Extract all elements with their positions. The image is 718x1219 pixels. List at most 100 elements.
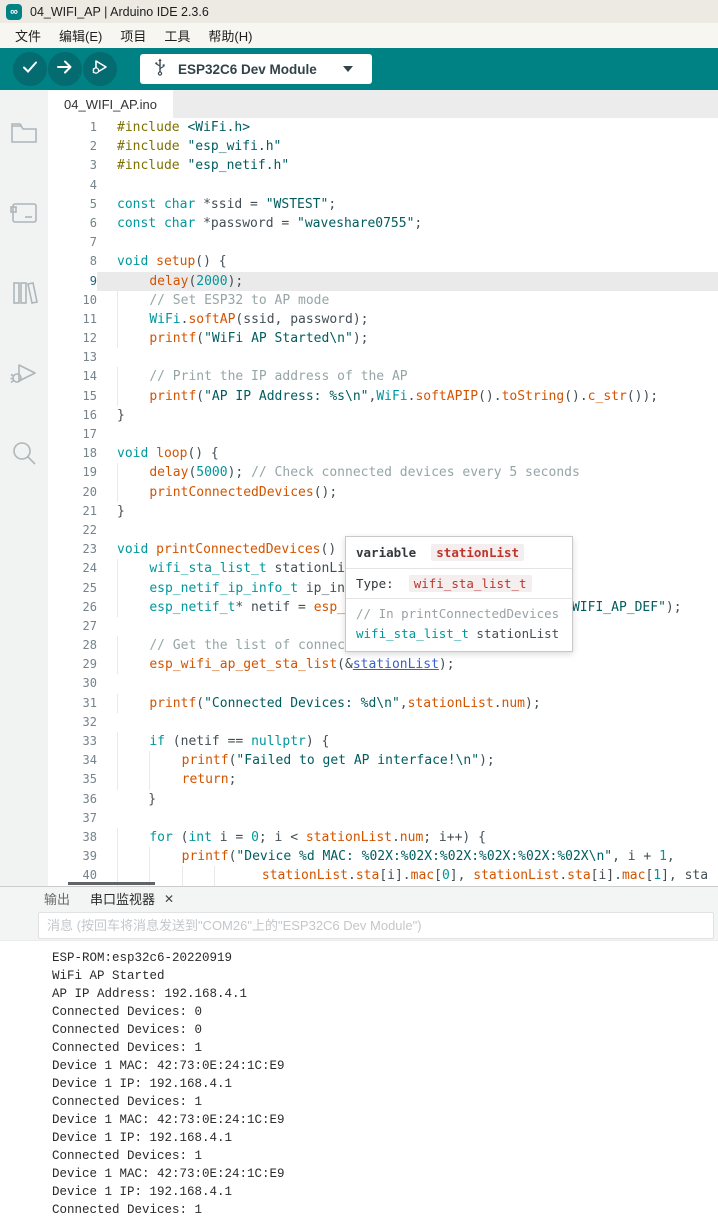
code-line-15[interactable]: 15 printf("AP IP Address: %s\n",WiFi.sof… — [48, 387, 718, 406]
upload-button[interactable] — [48, 52, 82, 86]
tooltip-variable-name: stationList — [431, 544, 524, 561]
line-number: 13 — [48, 348, 97, 367]
line-number: 29 — [48, 655, 97, 674]
editor-tabstrip: 04_WIFI_AP.ino — [48, 90, 718, 118]
code-line-14[interactable]: 14 // Print the IP address of the AP — [48, 367, 718, 386]
board-selector-label: ESP32C6 Dev Module — [178, 62, 317, 77]
code-line-38[interactable]: 38 for (int i = 0; i < stationList.num; … — [48, 828, 718, 847]
code-line-3[interactable]: 3#include "esp_netif.h" — [48, 156, 718, 175]
line-number: 2 — [48, 137, 97, 156]
code-editor[interactable]: 1#include <WiFi.h>2#include "esp_wifi.h"… — [48, 118, 718, 886]
code-line-6[interactable]: 6const char *password = "waveshare0755"; — [48, 214, 718, 233]
code-line-31[interactable]: 31 printf("Connected Devices: %d\n",stat… — [48, 694, 718, 713]
horizontal-scrollbar[interactable] — [68, 882, 155, 885]
serial-line: Connected Devices: 1 — [52, 1039, 718, 1057]
panel-tab-serial-monitor[interactable]: 串口监视器 ✕ — [90, 889, 174, 908]
close-icon[interactable]: ✕ — [164, 892, 174, 906]
menu-item-0[interactable]: 文件 — [6, 26, 50, 45]
code-line-7[interactable]: 7 — [48, 233, 718, 252]
code-line-11[interactable]: 11 WiFi.softAP(ssid, password); — [48, 310, 718, 329]
code-line-35[interactable]: 35 return; — [48, 770, 718, 789]
code-line-5[interactable]: 5const char *ssid = "WSTEST"; — [48, 195, 718, 214]
serial-output: ESP-ROM:esp32c6-20220919WiFi AP StartedA… — [0, 940, 718, 1219]
line-number: 17 — [48, 425, 97, 444]
serial-line: Connected Devices: 1 — [52, 1201, 718, 1219]
title-bar: ∞ 04_WIFI_AP | Arduino IDE 2.3.6 — [0, 0, 718, 23]
code-line-13[interactable]: 13 — [48, 348, 718, 367]
line-number: 16 — [48, 406, 97, 425]
main-area: 04_WIFI_AP.ino 1#include <WiFi.h>2#inclu… — [0, 90, 718, 886]
tooltip-header: variable stationList — [346, 537, 572, 568]
menu-item-2[interactable]: 项目 — [111, 26, 155, 45]
line-number: 34 — [48, 751, 97, 770]
code-line-37[interactable]: 37 — [48, 809, 718, 828]
line-number: 1 — [48, 118, 97, 137]
panel-tab-output[interactable]: 输出 — [44, 889, 70, 908]
line-number: 35 — [48, 770, 97, 789]
line-number: 21 — [48, 502, 97, 521]
code-line-9[interactable]: 9 delay(2000); — [48, 272, 718, 291]
line-number: 31 — [48, 694, 97, 713]
code-line-16[interactable]: 16} — [48, 406, 718, 425]
books-icon — [10, 279, 38, 312]
sidebar-item-search[interactable] — [0, 426, 48, 484]
code-line-8[interactable]: 8void setup() { — [48, 252, 718, 271]
serial-line: ESP-ROM:esp32c6-20220919 — [52, 949, 718, 967]
line-number: 25 — [48, 579, 97, 598]
code-line-4[interactable]: 4 — [48, 176, 718, 195]
code-line-10[interactable]: 10 // Set ESP32 to AP mode — [48, 291, 718, 310]
serial-line: Connected Devices: 0 — [52, 1021, 718, 1039]
debug-button[interactable] — [83, 52, 117, 86]
code-lines: 1#include <WiFi.h>2#include "esp_wifi.h"… — [48, 118, 718, 886]
sidebar-item-boards-manager[interactable] — [0, 186, 48, 244]
checkmark-icon — [21, 58, 39, 81]
sidebar-item-sketchbook[interactable] — [0, 106, 48, 164]
line-number: 39 — [48, 847, 97, 866]
editor-column: 04_WIFI_AP.ino 1#include <WiFi.h>2#inclu… — [48, 90, 718, 886]
code-line-17[interactable]: 17 — [48, 425, 718, 444]
code-line-21[interactable]: 21} — [48, 502, 718, 521]
code-line-12[interactable]: 12 printf("WiFi AP Started\n"); — [48, 329, 718, 348]
serial-line: Connected Devices: 0 — [52, 1003, 718, 1021]
line-number: 8 — [48, 252, 97, 271]
menu-item-1[interactable]: 编辑(E) — [50, 26, 111, 45]
bottom-panel: 输出 串口监视器 ✕ ESP-ROM:esp32c6-20220919WiFi … — [0, 886, 718, 1219]
code-line-32[interactable]: 32 — [48, 713, 718, 732]
panel-tabs: 输出 串口监视器 ✕ — [0, 887, 718, 910]
code-line-39[interactable]: 39 printf("Device %d MAC: %02X:%02X:%02X… — [48, 847, 718, 866]
code-line-1[interactable]: 1#include <WiFi.h> — [48, 118, 718, 137]
code-line-20[interactable]: 20 printConnectedDevices(); — [48, 483, 718, 502]
code-line-34[interactable]: 34 printf("Failed to get AP interface!\n… — [48, 751, 718, 770]
tab-04-wifi-ap-ino[interactable]: 04_WIFI_AP.ino — [48, 90, 173, 118]
code-line-36[interactable]: 36 } — [48, 790, 718, 809]
line-number: 12 — [48, 329, 97, 348]
line-number: 19 — [48, 463, 97, 482]
line-number: 28 — [48, 636, 97, 655]
code-line-33[interactable]: 33 if (netif == nullptr) { — [48, 732, 718, 751]
code-line-19[interactable]: 19 delay(5000); // Check connected devic… — [48, 463, 718, 482]
verify-button[interactable] — [13, 52, 47, 86]
serial-line: Device 1 IP: 192.168.4.1 — [52, 1183, 718, 1201]
serial-line: Connected Devices: 1 — [52, 1093, 718, 1111]
line-number: 38 — [48, 828, 97, 847]
serial-line: WiFi AP Started — [52, 967, 718, 985]
line-number: 26 — [48, 598, 97, 617]
code-line-18[interactable]: 18void loop() { — [48, 444, 718, 463]
line-number: 6 — [48, 214, 97, 233]
sidebar-item-debugger[interactable] — [0, 346, 48, 404]
board-selector[interactable]: ESP32C6 Dev Module — [140, 54, 372, 84]
code-line-2[interactable]: 2#include "esp_wifi.h" — [48, 137, 718, 156]
serial-line: Device 1 MAC: 42:73:0E:24:1C:E9 — [52, 1111, 718, 1129]
line-number: 36 — [48, 790, 97, 809]
serial-line: Connected Devices: 1 — [52, 1147, 718, 1165]
line-number: 37 — [48, 809, 97, 828]
sidebar-item-library-manager[interactable] — [0, 266, 48, 324]
serial-line: AP IP Address: 192.168.4.1 — [52, 985, 718, 1003]
menu-item-4[interactable]: 帮助(H) — [199, 26, 261, 45]
code-line-30[interactable]: 30 — [48, 674, 718, 693]
menu-item-3[interactable]: 工具 — [155, 26, 199, 45]
serial-message-input[interactable] — [38, 912, 714, 939]
code-line-29[interactable]: 29 esp_wifi_ap_get_sta_list(&stationList… — [48, 655, 718, 674]
line-number: 23 — [48, 540, 97, 559]
chevron-down-icon — [343, 66, 353, 72]
